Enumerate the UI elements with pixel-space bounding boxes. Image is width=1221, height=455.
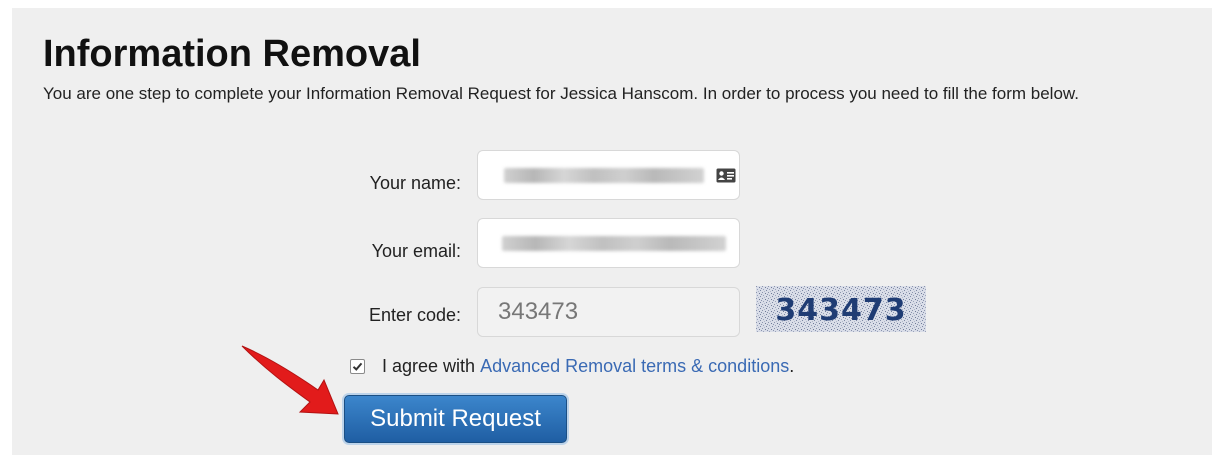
code-field[interactable] <box>477 287 740 337</box>
red-arrow-icon <box>241 345 339 415</box>
name-field[interactable] <box>477 150 740 200</box>
terms-link[interactable]: Advanced Removal terms & conditions <box>480 356 789 377</box>
form-panel: Information Removal You are one step to … <box>12 8 1212 455</box>
agree-suffix: . <box>789 356 795 376</box>
captcha-text: 343473 <box>775 293 906 328</box>
intro-text: You are one step to complete your Inform… <box>43 84 1079 103</box>
contact-card-icon[interactable] <box>716 168 736 183</box>
code-label: Enter code: <box>368 305 461 325</box>
code-input[interactable] <box>478 288 739 336</box>
submit-request-button[interactable]: Submit Request <box>344 395 567 443</box>
page-title: Information Removal <box>43 33 421 75</box>
captcha-image: 343473 <box>756 286 926 332</box>
email-field[interactable] <box>477 218 740 268</box>
name-label: Your name: <box>369 173 461 193</box>
email-label: Your email: <box>371 241 461 261</box>
agree-row: I agree with Advanced Removal terms & co… <box>350 356 794 377</box>
redacted-name <box>504 168 704 183</box>
agree-text: I agree with <box>382 356 476 376</box>
redacted-email <box>502 236 726 251</box>
